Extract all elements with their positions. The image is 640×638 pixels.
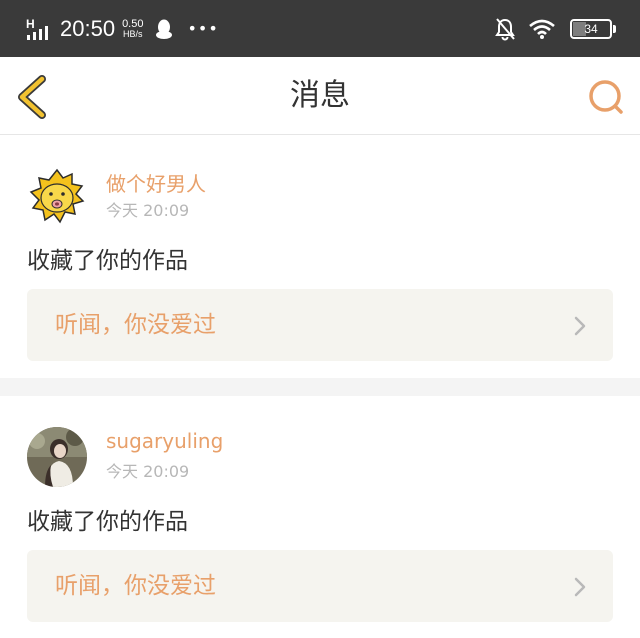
action-text: 收藏了你的作品 bbox=[27, 248, 188, 274]
network-speed-value: 0.50 bbox=[122, 17, 144, 30]
chevron-right-icon bbox=[574, 577, 586, 597]
status-left: H 20:50 0.50 HB/s ••• bbox=[26, 0, 219, 57]
page-title: 消息 bbox=[290, 78, 350, 113]
nav-bar: 消息 bbox=[0, 57, 640, 135]
work-title: 听闻，你没爱过 bbox=[55, 573, 216, 599]
work-title: 听闻，你没爱过 bbox=[55, 312, 216, 338]
status-right: 34 bbox=[494, 0, 616, 57]
action-text: 收藏了你的作品 bbox=[27, 509, 188, 535]
network-speed-unit: HB/s bbox=[123, 28, 143, 39]
message-time: 今天 20:09 bbox=[106, 462, 190, 481]
avatar[interactable] bbox=[27, 166, 87, 226]
lion-avatar-icon bbox=[27, 166, 87, 226]
message-time: 今天 20:09 bbox=[106, 201, 190, 220]
username[interactable]: sugaryuling bbox=[106, 429, 223, 453]
more-notifications-icon: ••• bbox=[187, 19, 219, 38]
username[interactable]: 做个好男人 bbox=[106, 168, 206, 197]
search-icon bbox=[589, 80, 623, 114]
status-bar: H 20:50 0.50 HB/s ••• 34 bbox=[0, 0, 640, 57]
battery-indicator: 34 bbox=[570, 18, 616, 39]
section-divider bbox=[0, 378, 640, 396]
photo-avatar-icon bbox=[27, 427, 87, 487]
chevron-right-icon bbox=[574, 316, 586, 336]
signal-type-label: H bbox=[26, 17, 35, 31]
avatar[interactable] bbox=[27, 427, 87, 487]
signal-icon: H bbox=[26, 17, 48, 40]
bell-muted-icon bbox=[495, 17, 515, 40]
work-link[interactable]: 听闻，你没爱过 bbox=[27, 289, 613, 361]
battery-percent: 34 bbox=[584, 21, 598, 36]
clock: 20:50 bbox=[60, 15, 116, 41]
work-link[interactable]: 听闻，你没爱过 bbox=[27, 550, 613, 622]
qq-icon bbox=[156, 19, 173, 39]
message-item: sugaryuling 今天 20:09 收藏了你的作品 听闻，你没爱过 bbox=[0, 396, 640, 638]
network-speed: 0.50 HB/s bbox=[122, 17, 144, 39]
search-button[interactable] bbox=[586, 77, 626, 117]
wifi-icon bbox=[529, 19, 555, 39]
message-item: 做个好男人 今天 20:09 收藏了你的作品 听闻，你没爱过 bbox=[0, 135, 640, 378]
